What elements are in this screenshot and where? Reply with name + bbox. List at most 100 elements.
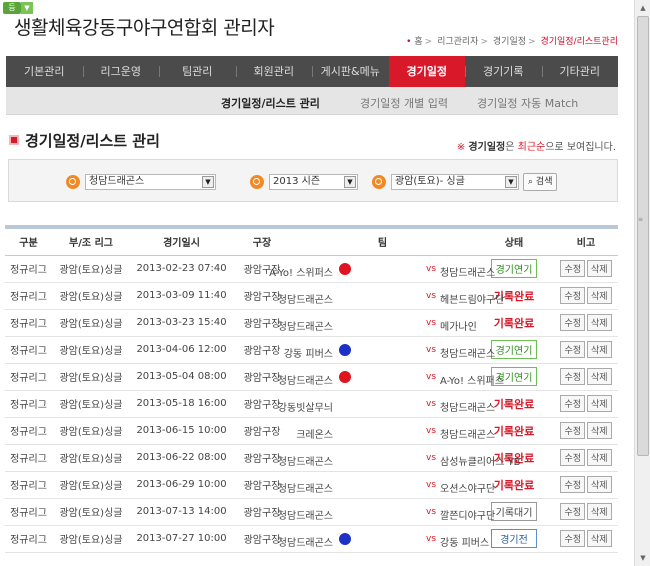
chevron-down-icon[interactable]: ▼ xyxy=(344,175,356,188)
row-league: 광암(토요)싱글 xyxy=(52,309,130,337)
season-filter: 2013 시즌 ▼ xyxy=(250,173,358,190)
season-select[interactable]: 2013 시즌 ▼ xyxy=(269,173,358,190)
row-teams: 청담드래곤스 vs A-Yo! 스위퍼스 xyxy=(278,363,504,391)
row-datetime: 2013-03-23 15:40 xyxy=(130,309,233,337)
delete-button[interactable]: 삭제 xyxy=(587,341,612,358)
col-type: 구분 xyxy=(5,229,52,256)
team-filter: 청담드래곤스 ▼ xyxy=(66,173,216,190)
red-ball-icon xyxy=(339,262,351,275)
row-league: 광암(토요)싱글 xyxy=(52,471,130,499)
search-button[interactable]: ⌕ 검색 xyxy=(523,172,558,191)
breadcrumb-home[interactable]: 홈 xyxy=(414,37,422,47)
edit-button[interactable]: 수정 xyxy=(560,449,585,466)
row-teams: 강동빗살무늬 vs 청담드래곤스 xyxy=(278,390,495,418)
row-datetime: 2013-02-23 07:40 xyxy=(130,255,233,283)
table-row: 정규리그 광암(토요)싱글 2013-05-04 08:00 광암구장 청담드래곤스 vs… xyxy=(5,363,618,391)
edit-button[interactable]: 수정 xyxy=(560,341,585,358)
nav-member[interactable]: 회원관리 xyxy=(235,56,313,87)
delete-button[interactable]: 삭제 xyxy=(587,503,612,520)
status-badge: 경기연기 xyxy=(490,259,538,278)
scroll-down-icon[interactable]: ▼ xyxy=(636,551,650,565)
team-select[interactable]: 청담드래곤스 ▼ xyxy=(85,173,216,190)
blue-ball-icon xyxy=(339,532,351,545)
row-actions: 수정 삭제 xyxy=(554,309,618,337)
table-row: 정규리그 광암(토요)싱글 2013-06-15 10:00 광암구장 크레온스 vs 청담… xyxy=(5,417,618,445)
table-row: 정규리그 광암(토요)싱글 2013-07-13 14:00 광암구장 청담드래곤스 vs… xyxy=(5,498,618,526)
row-datetime: 2013-07-13 14:00 xyxy=(130,498,233,526)
subnav-auto-match[interactable]: 경기일정 자동 Match xyxy=(477,95,578,111)
bullet-icon: • xyxy=(406,37,412,47)
table-row: 정규리그 광암(토요)싱글 2013-02-23 07:40 광암구장 A-Yo! 스위… xyxy=(5,255,618,283)
row-actions: 수정 삭제 xyxy=(554,444,618,472)
away-team: 삼성뉴클리어스 YB xyxy=(440,456,521,468)
row-type: 정규리그 xyxy=(5,471,52,499)
scroll-thumb[interactable] xyxy=(637,16,649,456)
delete-button[interactable]: 삭제 xyxy=(587,449,612,466)
row-type: 정규리그 xyxy=(5,444,52,472)
col-note: 비고 xyxy=(554,229,618,256)
nav-records[interactable]: 경기기록 xyxy=(465,56,542,87)
row-league: 광암(토요)싱글 xyxy=(52,255,130,283)
row-actions: 수정 삭제 xyxy=(554,525,618,553)
search-icon xyxy=(372,174,386,189)
search-icon xyxy=(66,174,80,189)
delete-button[interactable]: 삭제 xyxy=(587,530,612,547)
row-teams: 강동 피버스 vs 청담드래곤스 xyxy=(284,336,495,364)
row-field: 광암구장 xyxy=(233,417,291,445)
row-teams: 크레온스 vs 청담드래곤스 xyxy=(291,417,495,445)
row-league: 광암(토요)싱글 xyxy=(52,525,130,553)
edit-button[interactable]: 수정 xyxy=(560,314,585,331)
breadcrumb-league-admin[interactable]: 리그관리자 xyxy=(437,37,478,47)
delete-button[interactable]: 삭제 xyxy=(587,287,612,304)
vertical-scrollbar[interactable]: ▲ ≡ ▼ xyxy=(634,0,650,566)
subnav-single-input[interactable]: 경기일정 개별 입력 xyxy=(360,95,448,111)
league-select[interactable]: 광암(토요)- 싱글 ▼ xyxy=(391,173,519,190)
delete-button[interactable]: 삭제 xyxy=(587,260,612,277)
status-badge: 경기전 xyxy=(491,529,537,548)
delete-button[interactable]: 삭제 xyxy=(587,368,612,385)
chevron-down-icon[interactable]: ▼ xyxy=(505,175,517,188)
edit-button[interactable]: 수정 xyxy=(560,260,585,277)
nav-league[interactable]: 리그운영 xyxy=(82,56,160,87)
edit-button[interactable]: 수정 xyxy=(560,530,585,547)
nav-schedule[interactable]: 경기일정 xyxy=(388,56,465,87)
edit-button[interactable]: 수정 xyxy=(560,422,585,439)
home-team: 청담드래곤스 xyxy=(277,537,333,549)
edit-button[interactable]: 수정 xyxy=(560,476,585,493)
breadcrumb-current: 경기일정/리스트관리 xyxy=(540,37,618,47)
table-row: 정규리그 광암(토요)싱글 2013-03-23 15:40 광암구장 청담드래곤스 vs… xyxy=(5,309,618,337)
delete-button[interactable]: 삭제 xyxy=(587,422,612,439)
away-team: 헤븐드림야구단 xyxy=(440,294,505,306)
delete-button[interactable]: 삭제 xyxy=(587,314,612,331)
table-row: 정규리그 광암(토요)싱글 2013-06-29 10:00 광암구장 청담드래곤스 vs… xyxy=(5,471,618,499)
vs-label: vs xyxy=(426,398,437,409)
subnav-list[interactable]: 경기일정/리스트 관리 xyxy=(221,95,320,111)
site-title: 생활체육강동구야구연합회 관리자 xyxy=(14,17,275,39)
magnifier-icon: ⌕ xyxy=(528,176,534,187)
chevron-down-icon[interactable]: ▼ xyxy=(202,175,214,188)
row-actions: 수정 삭제 xyxy=(554,363,618,391)
sort-note: ※ 경기일정은 최근순으로 보여집니다. xyxy=(456,142,616,153)
edit-button[interactable]: 수정 xyxy=(560,368,585,385)
nav-etc[interactable]: 기타관리 xyxy=(541,56,619,87)
table-row: 정규리그 광암(토요)싱글 2013-06-22 08:00 광암구장 청담드래곤스 vs… xyxy=(5,444,618,472)
breadcrumb-schedule[interactable]: 경기일정 xyxy=(493,37,526,47)
edit-button[interactable]: 수정 xyxy=(560,395,585,412)
row-datetime: 2013-05-18 16:00 xyxy=(130,390,233,418)
vs-label: vs xyxy=(426,290,437,301)
nav-team[interactable]: 팀관리 xyxy=(159,56,236,87)
scroll-up-icon[interactable]: ▲ xyxy=(636,1,650,15)
edit-button[interactable]: 수정 xyxy=(560,287,585,304)
delete-button[interactable]: 삭제 xyxy=(587,395,612,412)
home-team: 청담드래곤스 xyxy=(277,321,333,333)
row-actions: 수정 삭제 xyxy=(554,498,618,526)
away-team: A-Yo! 스위퍼스 xyxy=(440,375,504,387)
delete-button[interactable]: 삭제 xyxy=(587,476,612,493)
edit-button[interactable]: 수정 xyxy=(560,503,585,520)
vs-label: vs xyxy=(426,452,437,463)
row-type: 정규리그 xyxy=(5,498,52,526)
row-datetime: 2013-04-06 12:00 xyxy=(130,336,233,364)
nav-basic[interactable]: 기본관리 xyxy=(6,56,83,87)
vs-label: vs xyxy=(426,533,437,544)
nav-board[interactable]: 게시판&메뉴 xyxy=(312,56,389,87)
